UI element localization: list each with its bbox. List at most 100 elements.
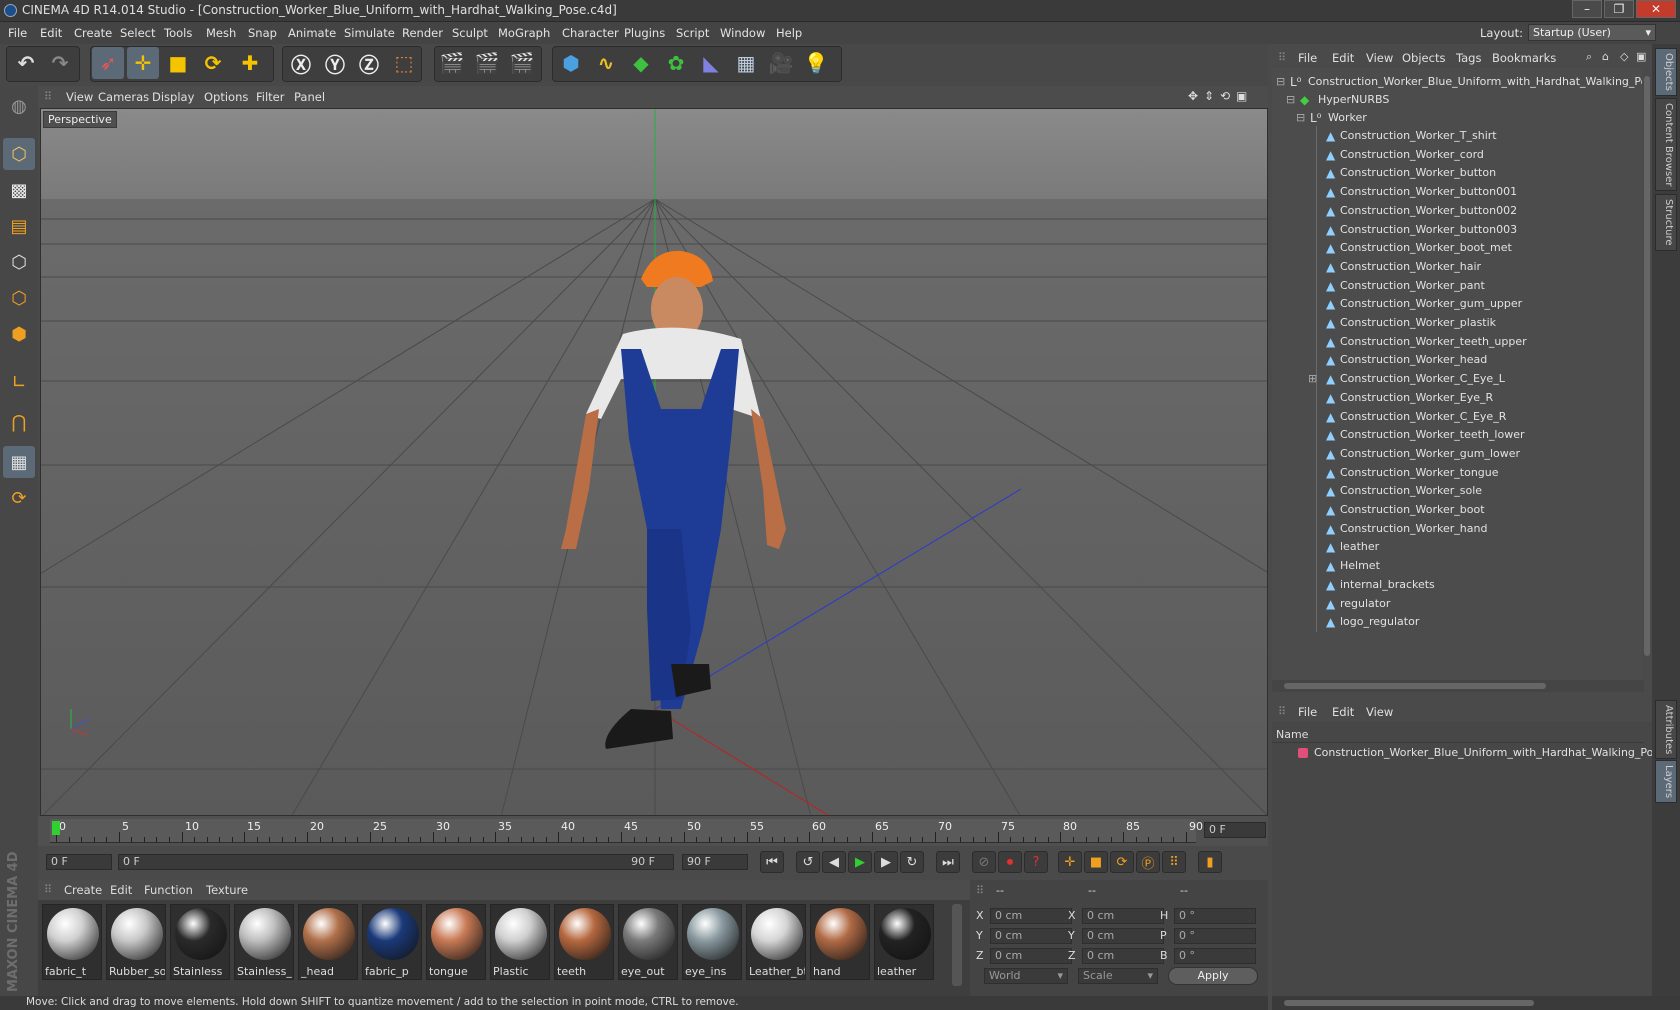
menu-plugins[interactable]: Plugins [624, 26, 665, 40]
tree-row-object[interactable]: ▲ Construction_Worker_pant [1272, 275, 1644, 296]
deformer-icon[interactable]: ◣ [695, 47, 727, 79]
key-scale-icon[interactable]: ■ [1084, 851, 1108, 873]
menu-character[interactable]: Character [562, 26, 619, 40]
filter-icon[interactable]: ◇ [1620, 50, 1628, 63]
objects-menu-bookmarks[interactable]: Bookmarks [1492, 51, 1556, 65]
restore-button[interactable]: ❐ [1604, 0, 1634, 18]
model-mode-icon[interactable]: ⬡ [3, 138, 35, 170]
layout-select[interactable]: Startup (User) ▾ [1528, 24, 1656, 41]
menu-snap[interactable]: Snap [248, 26, 277, 40]
material-swatch[interactable]: fabric_t [42, 904, 102, 980]
material-swatch[interactable]: Stainless_ [234, 904, 294, 980]
close-button[interactable]: ✕ [1636, 0, 1676, 18]
menu-simulate[interactable]: Simulate [344, 26, 395, 40]
menu-animate[interactable]: Animate [288, 26, 336, 40]
material-swatch[interactable]: Stainless [170, 904, 230, 980]
tree-row-object[interactable]: ▲ Construction_Worker_boot [1272, 500, 1644, 520]
tree-row-object[interactable]: ▲ Helmet [1272, 556, 1644, 577]
layer-color-swatch[interactable] [1298, 748, 1308, 758]
tree-row-object[interactable]: ▲ regulator [1272, 593, 1644, 614]
light-icon[interactable]: 💡 [800, 47, 832, 79]
tree-row-object[interactable]: ▲ Construction_Worker_gum_lower [1272, 443, 1644, 464]
coord-value-field[interactable]: 0 cm [1082, 928, 1164, 944]
viewport-menu-display[interactable]: Display [152, 90, 194, 104]
snap-icon[interactable]: ▦ [3, 446, 35, 478]
menu-mesh[interactable]: Mesh [206, 26, 236, 40]
tree-row-object[interactable]: ▲ Construction_Worker_gum_upper [1272, 294, 1644, 315]
record-key-icon[interactable]: ⊘ [972, 851, 996, 873]
end-frame-field[interactable]: 90 F [682, 854, 748, 870]
coord-value-field[interactable]: 0 cm [990, 948, 1072, 964]
material-menu-create[interactable]: Create [64, 883, 102, 897]
edges-mode-icon[interactable]: ⬡ [3, 282, 35, 314]
range-slider[interactable]: 0 F 90 F [118, 854, 674, 870]
material-swatch[interactable]: fabric_p [362, 904, 422, 980]
coord-type-select[interactable]: Scale ▾ [1078, 968, 1158, 984]
menu-mograph[interactable]: MoGraph [498, 26, 550, 40]
tree-row-object[interactable]: ▲ internal_brackets [1272, 574, 1644, 595]
tree-row-object[interactable]: ▲ Construction_Worker_plastik [1272, 313, 1644, 333]
coord-value-field[interactable]: 0 cm [990, 908, 1072, 924]
rotate-icon[interactable]: ⟳ [197, 47, 229, 79]
nurbs-icon[interactable]: ◆ [625, 47, 657, 79]
coord-value-field[interactable]: 0 ° [1174, 908, 1256, 924]
make-editable-icon[interactable]: ◍ [3, 90, 35, 122]
material-swatch[interactable]: Leather_bt [746, 904, 806, 980]
menu-sculpt[interactable]: Sculpt [452, 26, 488, 40]
tree-row-object[interactable]: ▲ Construction_Worker_teeth_lower [1272, 425, 1644, 446]
goto-start-icon[interactable]: ⏮ [760, 851, 784, 873]
menu-file[interactable]: File [8, 26, 27, 40]
scroll-thumb[interactable] [1284, 1000, 1534, 1006]
viewport-menu-cameras[interactable]: Cameras [98, 90, 149, 104]
camera-icon[interactable]: 🎥 [765, 47, 797, 79]
playhead[interactable] [52, 821, 60, 835]
x-axis-icon[interactable]: Ⓧ [285, 47, 317, 79]
search-icon[interactable]: ⌕ [1586, 50, 1592, 64]
tree-row-object[interactable]: ▲ Construction_Worker_button003 [1272, 219, 1644, 240]
tree-row-object[interactable]: ▲ Construction_Worker_C_Eye_R [1272, 406, 1644, 427]
scale-icon[interactable]: ■ [162, 47, 194, 79]
start-frame-field[interactable]: 0 F [46, 854, 112, 870]
key-rotation-icon[interactable]: ⟳ [1110, 851, 1134, 873]
material-swatch[interactable]: hand [810, 904, 870, 980]
play-icon[interactable]: ▶ [848, 851, 872, 873]
menu-window[interactable]: Window [720, 26, 765, 40]
coord-mode-select[interactable]: World ▾ [984, 968, 1068, 984]
coord-value-field[interactable]: 0 ° [1174, 928, 1256, 944]
timeline-window-icon[interactable]: ▮ [1198, 851, 1222, 873]
tab-objects[interactable]: Objects [1655, 48, 1677, 96]
tab-layers[interactable]: Layers [1655, 760, 1677, 804]
render-view-icon[interactable]: 🎬 [436, 47, 468, 79]
object-horizontal-scrollbar[interactable] [1272, 680, 1644, 692]
material-swatch[interactable]: tongue [426, 904, 486, 980]
z-axis-icon[interactable]: Ⓩ [353, 47, 385, 79]
key-parameter-icon[interactable]: Ⓟ [1136, 851, 1160, 873]
layers-menu-file[interactable]: File [1298, 705, 1317, 719]
array-icon[interactable]: ✿ [660, 47, 692, 79]
material-menu-texture[interactable]: Texture [206, 883, 248, 897]
material-swatch[interactable]: eye_ins [682, 904, 742, 980]
render-picture-viewer-icon[interactable]: 🎬 [471, 47, 503, 79]
texture-mode-icon[interactable]: ▩ [3, 174, 35, 206]
coord-value-field[interactable]: 0 ° [1174, 948, 1256, 964]
objects-menu-tags[interactable]: Tags [1456, 51, 1481, 65]
tree-row-worker[interactable]: ⊟ L⁰ Worker [1272, 108, 1644, 128]
tree-row-object[interactable]: ▲ Construction_Worker_button001 [1272, 182, 1644, 203]
material-swatch[interactable]: Rubber_so [106, 904, 166, 980]
objects-menu-edit[interactable]: Edit [1332, 51, 1354, 65]
tree-row-object[interactable]: ▲ Construction_Worker_button002 [1272, 200, 1644, 221]
tree-row-object[interactable]: ▲ Construction_Worker_teeth_upper [1272, 331, 1644, 352]
material-swatch[interactable]: _head [298, 904, 358, 980]
move-icon[interactable]: ✛ [127, 47, 159, 79]
menu-select[interactable]: Select [120, 26, 155, 40]
coord-value-field[interactable]: 0 cm [1082, 908, 1164, 924]
y-axis-icon[interactable]: Ⓨ [319, 47, 351, 79]
menu-create[interactable]: Create [74, 26, 112, 40]
next-frame-icon[interactable]: ▶ [874, 851, 898, 873]
scroll-thumb[interactable] [1644, 76, 1650, 656]
tree-row-object[interactable]: ▲ Construction_Worker_tongue [1272, 462, 1644, 483]
menu-render[interactable]: Render [402, 26, 443, 40]
tree-row-root[interactable]: ⊟ L⁰ Construction_Worker_Blue_Uniform_wi… [1272, 72, 1652, 92]
viewport-menu-options[interactable]: Options [204, 90, 248, 104]
tree-row-object[interactable]: ▲ Construction_Worker_button [1272, 163, 1644, 184]
